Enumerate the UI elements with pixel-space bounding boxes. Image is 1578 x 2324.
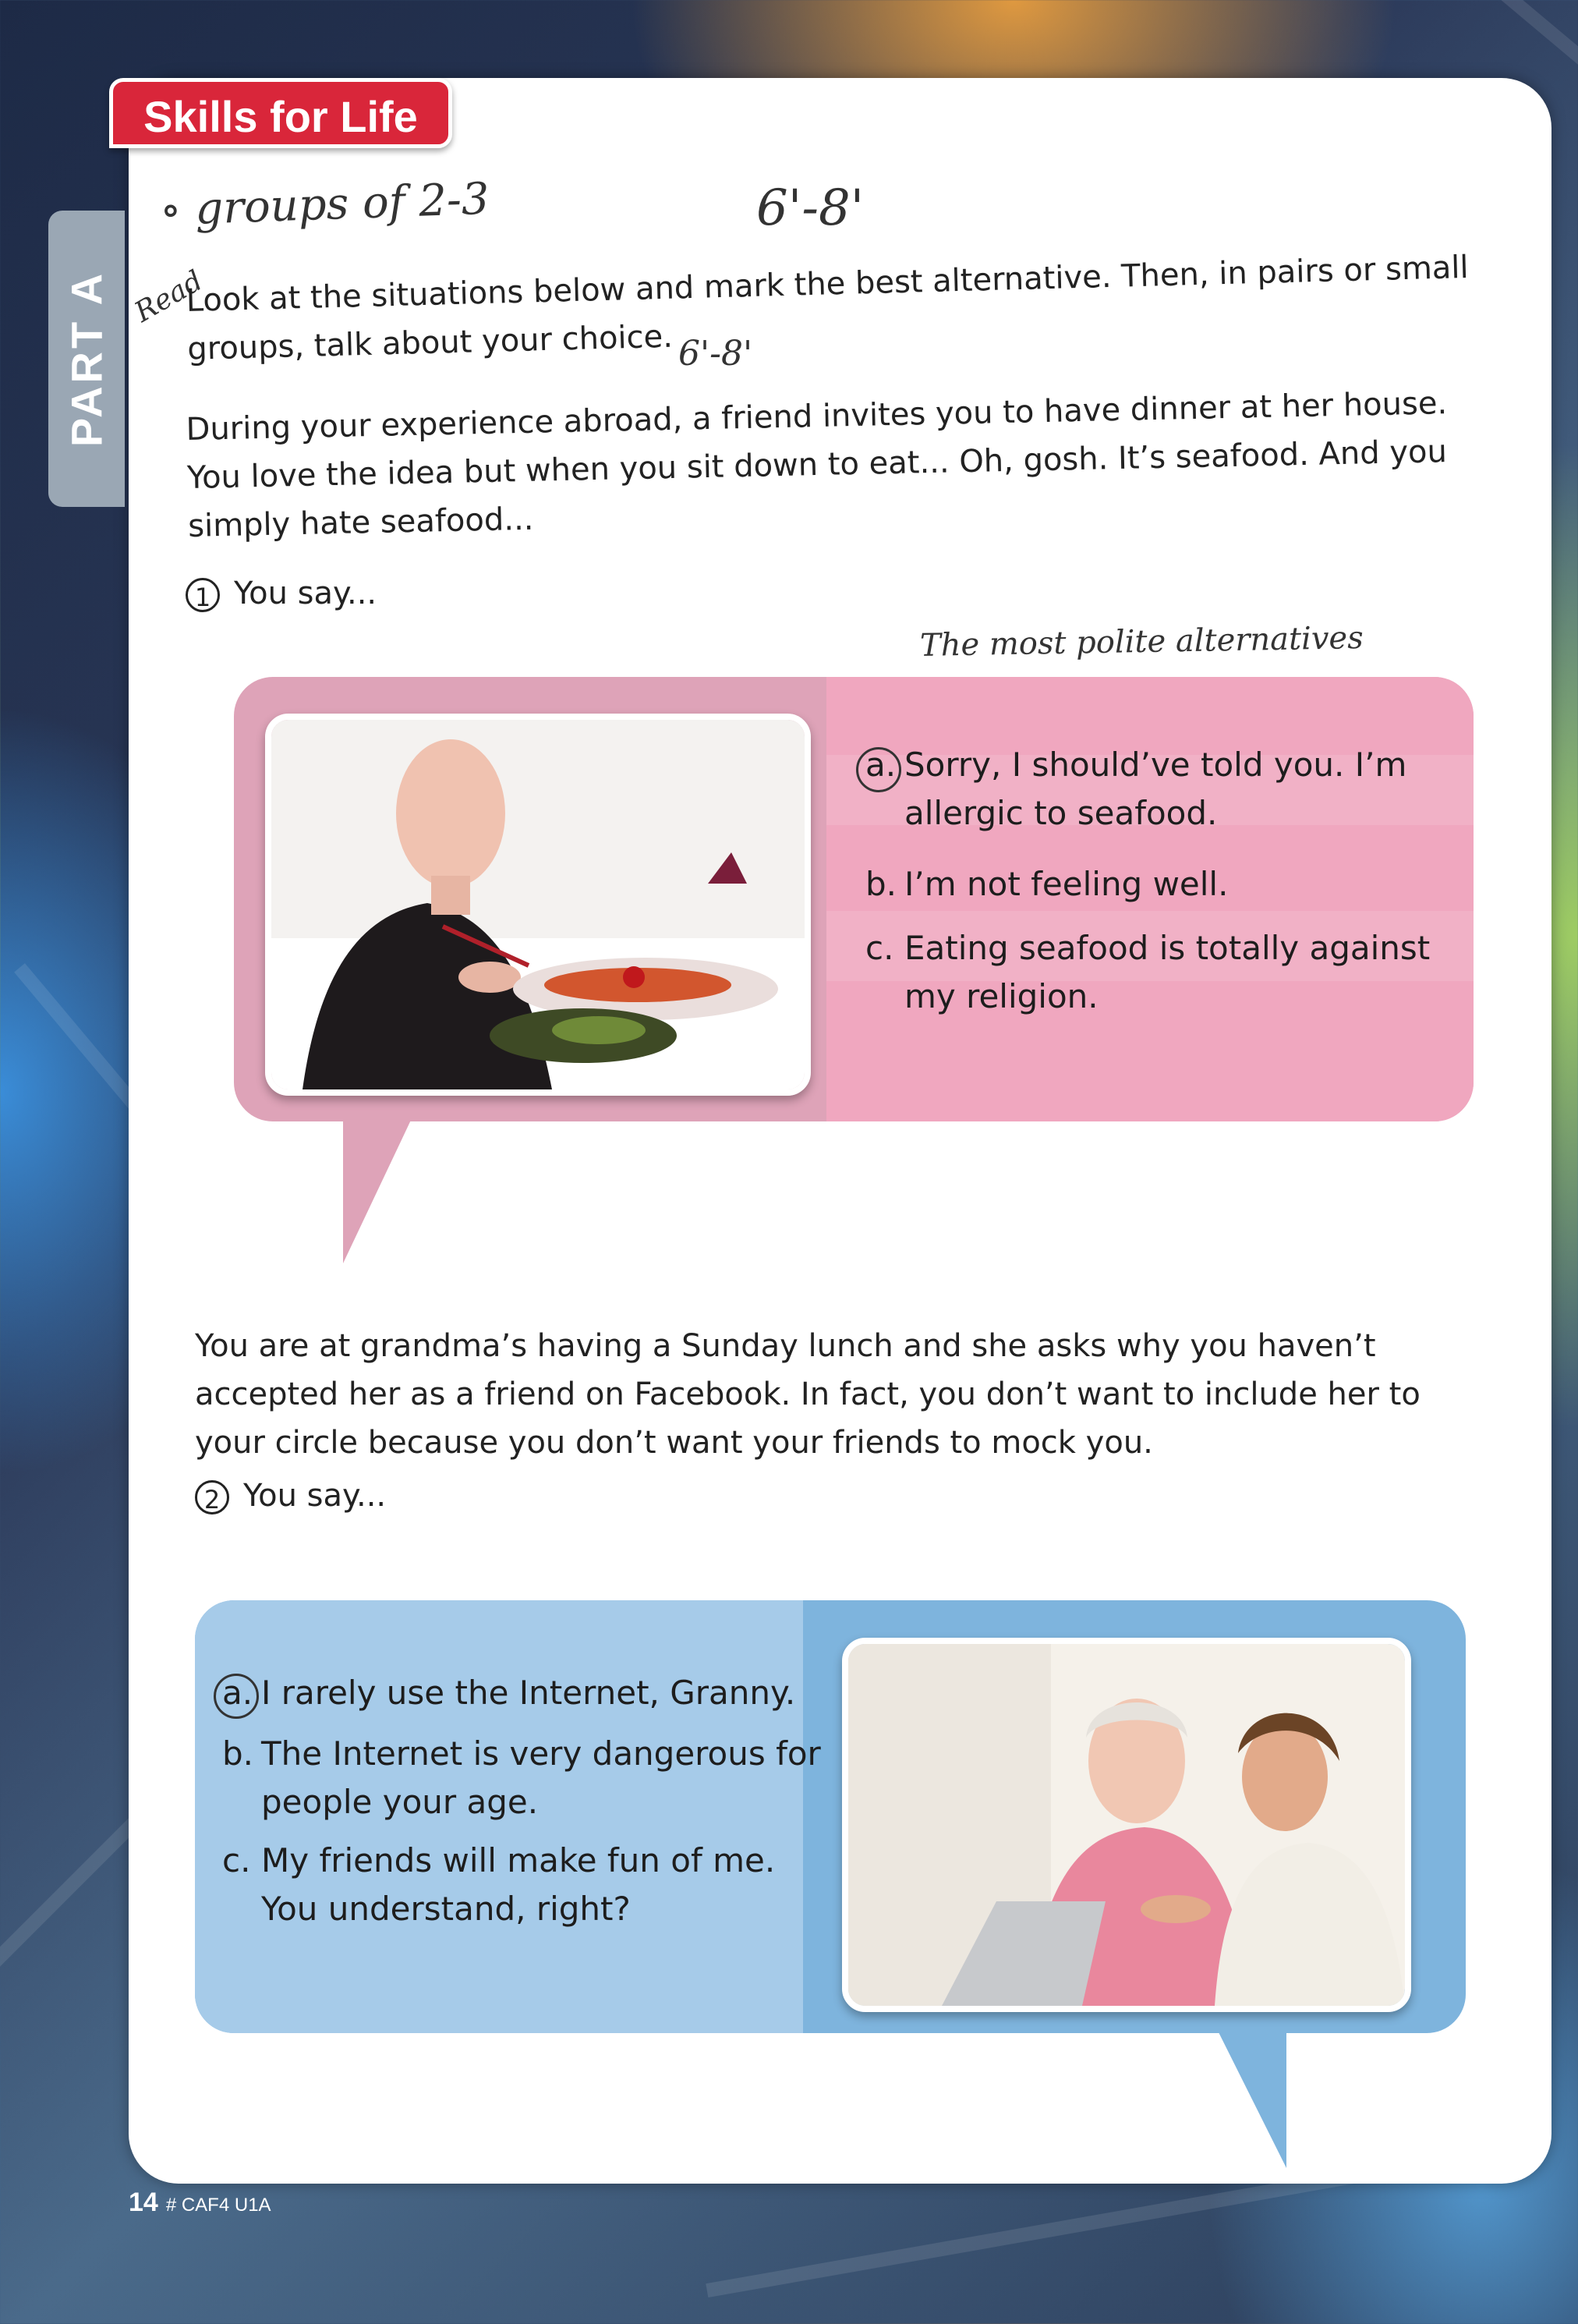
man-eating-seafood-image — [271, 720, 805, 1089]
page-footer: 14 # CAF4 U1A — [129, 2188, 271, 2218]
situation-2-prompt: 2 You say... — [195, 1478, 386, 1514]
answer-circle-mark — [856, 747, 901, 792]
situation-1-prompt: 1 You say... — [186, 576, 377, 612]
option-1c[interactable]: c. Eating seafood is totally against my r… — [865, 924, 1430, 1021]
situation-1-text: During your experience abroad, a friend … — [186, 385, 1448, 544]
option-2a[interactable]: a. I rarely use the Internet, Granny. — [222, 1669, 795, 1717]
dinner-photo — [265, 714, 811, 1096]
speech-bubble-1-tail — [343, 1115, 413, 1263]
skills-for-life-tag: Skills for Life — [109, 78, 452, 148]
situation-2-text: You are at grandma’s having a Sunday lun… — [195, 1328, 1421, 1461]
option-2c[interactable]: c. My friends will make fun of me. You un… — [222, 1837, 775, 1933]
page-number: 14 — [129, 2188, 158, 2217]
number-circle: 2 — [195, 1480, 229, 1514]
book-code: # CAF4 U1A — [165, 2195, 271, 2216]
answer-circle-mark — [214, 1674, 259, 1719]
grandma-photo — [842, 1638, 1411, 2012]
number-circle: 1 — [186, 578, 220, 612]
option-1b[interactable]: b. I’m not feeling well. — [865, 860, 1228, 909]
handwritten-time-note: 6'-8' — [756, 179, 865, 237]
part-a-tab: PART A — [48, 211, 125, 507]
option-1a[interactable]: a. Sorry, I should’ve told you. I’m aller… — [865, 741, 1406, 838]
grandma-and-girl-laptop-image — [848, 1644, 1405, 2006]
option-2b[interactable]: b. The Internet is very dangerous for peo… — [222, 1730, 821, 1826]
speech-bubble-2-tail — [1216, 2028, 1286, 2168]
